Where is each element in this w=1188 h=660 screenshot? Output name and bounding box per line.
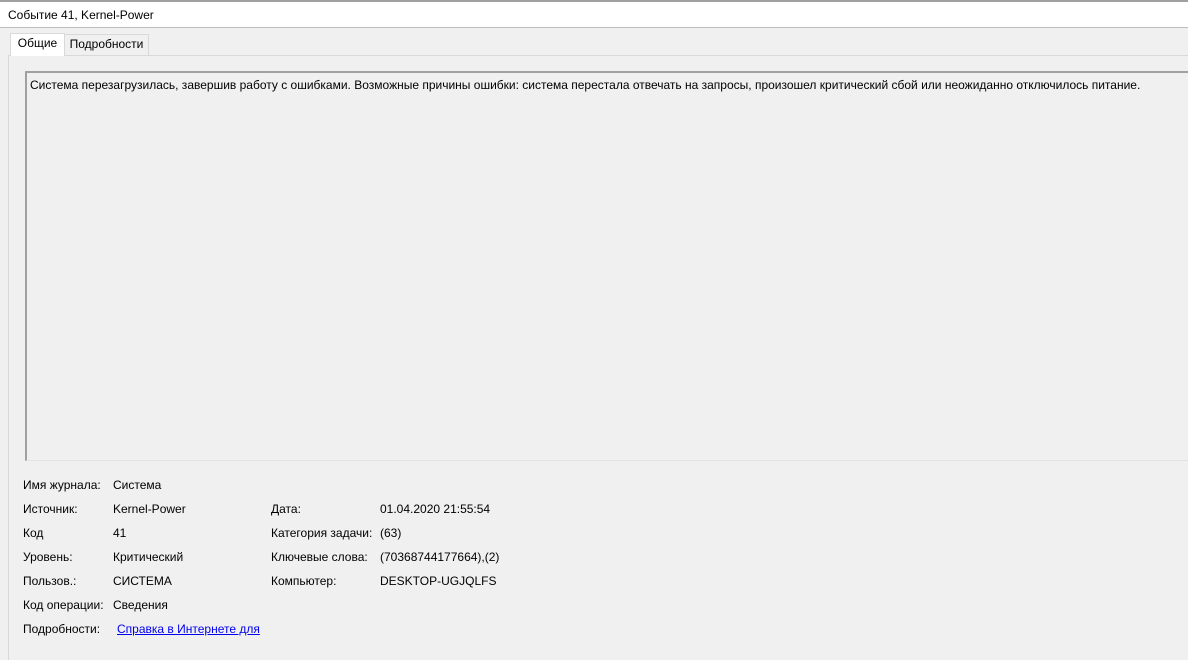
- title-bar: Событие 41, Kernel-Power: [0, 0, 1188, 28]
- tab-strip: Общие Подробности: [0, 28, 1188, 56]
- user-label: Пользов.:: [23, 574, 77, 588]
- task-category-label: Категория задачи:: [271, 526, 373, 540]
- tab-general[interactable]: Общие: [10, 33, 65, 56]
- window-title: Событие 41, Kernel-Power: [8, 8, 154, 22]
- online-help-link[interactable]: Справка в Интернете для: [117, 621, 260, 637]
- task-category-value[interactable]: (63): [380, 525, 401, 541]
- computer-label: Компьютер:: [271, 574, 337, 588]
- opcode-label: Код операции:: [23, 598, 104, 612]
- keywords-label: Ключевые слова:: [271, 550, 368, 564]
- source-label: Источник:: [23, 502, 78, 516]
- event-properties-window: Событие 41, Kernel-Power Общие Подробнос…: [0, 0, 1188, 660]
- log-name-value[interactable]: Система: [113, 477, 161, 493]
- event-description-box[interactable]: Система перезагрузилась, завершив работу…: [25, 71, 1188, 461]
- more-info-label: Подробности:: [23, 622, 101, 636]
- opcode-value[interactable]: Сведения: [113, 597, 168, 613]
- computer-value[interactable]: DESKTOP-UGJQLFS: [380, 573, 496, 589]
- source-value[interactable]: Kernel-Power: [113, 501, 186, 517]
- user-value[interactable]: СИСТЕМА: [113, 573, 172, 589]
- keywords-value[interactable]: (70368744177664),(2): [380, 549, 499, 565]
- level-label: Уровень:: [23, 550, 73, 564]
- tab-details[interactable]: Подробности: [64, 34, 149, 55]
- logged-label: Дата:: [271, 502, 301, 516]
- event-id-label: Код: [23, 526, 44, 540]
- level-value[interactable]: Критический: [113, 549, 183, 565]
- log-name-label: Имя журнала:: [23, 478, 101, 492]
- event-description-text: Система перезагрузилась, завершив работу…: [30, 78, 1141, 92]
- event-id-value[interactable]: 41: [113, 525, 126, 541]
- logged-value[interactable]: 01.04.2020 21:55:54: [380, 501, 490, 517]
